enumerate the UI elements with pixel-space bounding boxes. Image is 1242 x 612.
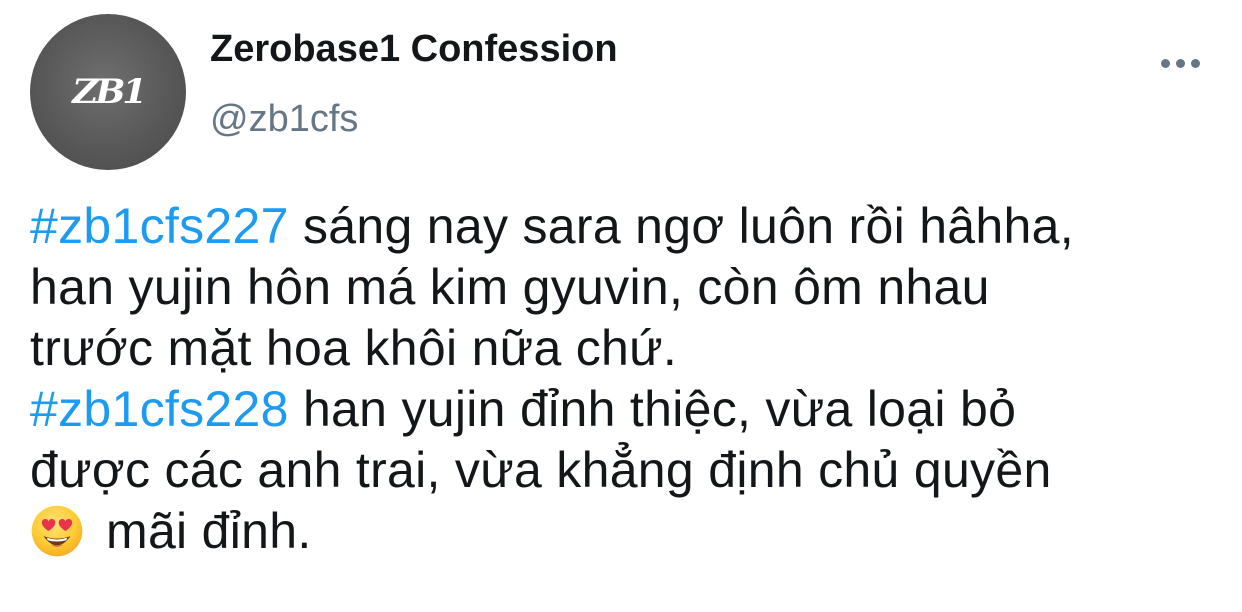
avatar-logo-text: ZB1 [72,72,147,112]
more-options-button[interactable] [1152,48,1208,78]
more-horizontal-icon [1160,58,1170,68]
tweet-text-segment: han yujin đỉnh thiệc, vừa loại bỏ [288,381,1017,437]
tweet-line: #zb1cfs228 han yujin đỉnh thiệc, vừa loạ… [30,379,1220,440]
tweet-line: mãi đỉnh. [30,501,1220,562]
display-name[interactable]: Zerobase1 Confession [210,28,618,71]
tweet-card: ZB1 Zerobase1 Confession @zb1cfs #zb1cfs… [0,0,1242,612]
tweet-line: trước mặt hoa khôi nữa chứ. [30,320,678,376]
more-horizontal-icon-dot [1190,58,1200,68]
user-handle[interactable]: @zb1cfs [210,98,358,141]
tweet-text: #zb1cfs227 sáng nay sara ngơ luôn rồi hâ… [30,196,1220,562]
tweet-line: han yujin hôn má kim gyuvin, còn ôm nhau [30,259,990,315]
tweet-text-segment: sáng nay sara ngơ luôn rồi hâhha, [288,198,1074,254]
tweet-line: được các anh trai, vừa khẳng định chủ qu… [30,442,1052,498]
hashtag-link[interactable]: #zb1cfs227 [30,198,289,254]
avatar[interactable]: ZB1 [30,14,186,170]
hashtag-link[interactable]: #zb1cfs228 [30,381,289,437]
heart-eyes-emoji-icon [31,505,83,557]
tweet-line: #zb1cfs227 sáng nay sara ngơ luôn rồi hâ… [30,196,1220,257]
tweet-text-segment: mãi đỉnh. [106,503,312,559]
more-horizontal-icon-dot [1175,58,1185,68]
